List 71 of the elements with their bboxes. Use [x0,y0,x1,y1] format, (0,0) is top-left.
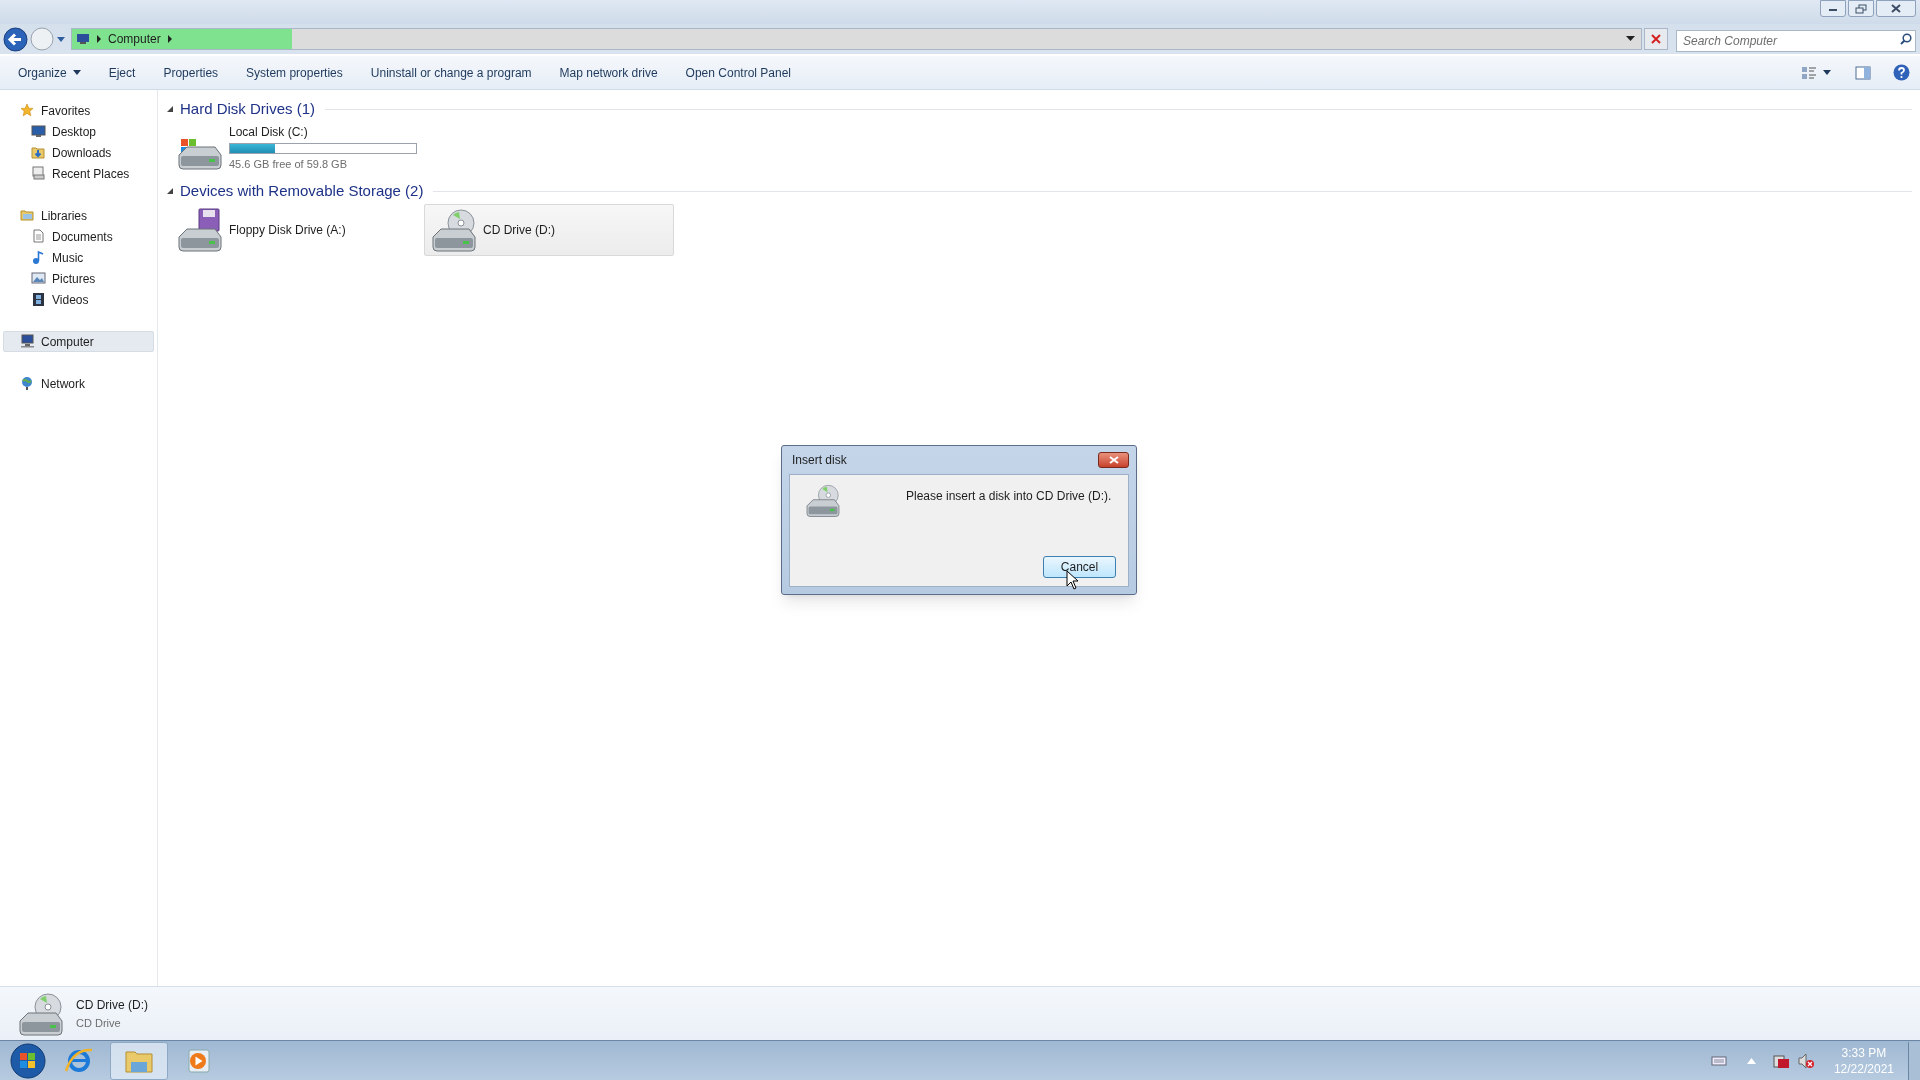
nav-item[interactable]: Desktop [3,121,154,142]
speaker-muted-icon[interactable] [1797,1052,1814,1069]
network-error-icon[interactable] [1771,1052,1790,1069]
computer-icon [20,334,35,349]
document-icon [31,229,46,244]
toolbar-button[interactable]: Eject [100,59,144,86]
cancel-button[interactable]: Cancel [1043,556,1116,578]
mouse-cursor-icon [1066,570,1079,590]
group-header: Devices with Removable Storage (2) [180,180,424,201]
toolbar-button[interactable]: Properties [155,59,227,86]
close-icon [1891,4,1901,13]
organize-menu[interactable]: Organize [10,59,89,86]
nav-item[interactable]: Recent Places [3,163,154,184]
nav-item[interactable]: Music [3,247,154,268]
cd-drive-icon [429,207,479,253]
nav-item[interactable]: Network [3,373,154,394]
help-icon[interactable] [1893,64,1910,81]
restore-icon [1855,3,1867,14]
nav-item[interactable]: Videos [3,289,154,310]
minimize-button[interactable] [1820,0,1846,17]
downloads-folder-icon [31,145,46,160]
nav-item[interactable]: Pictures [3,268,154,289]
stop-icon [1651,34,1661,44]
collapse-arrow-icon[interactable] [166,187,174,195]
nav-item[interactable]: Documents [3,226,154,247]
back-button[interactable] [3,26,28,52]
restore-button[interactable] [1848,0,1874,17]
nav-item[interactable]: Favorites [3,100,154,121]
close-button[interactable] [1098,452,1129,468]
cd-drive-icon [16,990,66,1037]
breadcrumb-arrow-icon [96,35,102,43]
toolbar-button[interactable]: System properties [238,59,351,86]
toolbar-button[interactable]: Uninstall or change a program [362,59,540,86]
network-icon [20,376,35,391]
breadcrumb[interactable]: Computer [108,30,161,48]
floppy-drive-icon [175,207,225,253]
group-header: Hard Disk Drives (1) [180,98,315,119]
close-icon [1108,456,1119,464]
computer-icon [76,33,90,45]
desktop-icon [31,124,46,139]
breadcrumb-arrow-icon [166,35,173,43]
address-bar[interactable]: Computer [71,28,1642,50]
music-note-icon [31,250,46,265]
search-icon [1900,33,1912,45]
stop-button[interactable] [1644,28,1668,50]
item-type: CD Drive [76,1015,122,1031]
toolbar-button[interactable]: Open Control Panel [677,59,799,86]
dialog-title: Insert disk [792,452,847,469]
start-button[interactable] [8,1041,48,1080]
toolbar-button[interactable]: Map network drive [551,59,666,86]
collapse-arrow-icon[interactable] [166,105,174,113]
cd-drive-icon [804,483,842,518]
nav-item[interactable]: Downloads [3,142,154,163]
picture-icon [31,271,46,286]
library-folder-icon [20,208,35,223]
film-icon [31,292,46,307]
dialog-message: Please insert a disk into CD Drive (D:). [906,488,1112,505]
drive-item[interactable]: Local Disk (C:) 45.6 GB free of 59.8 GB [170,122,420,174]
star-icon [20,103,35,118]
caret-icon [72,70,81,75]
history-dropdown-icon[interactable] [56,35,66,43]
address-dropdown-icon[interactable] [1626,36,1635,42]
search-field[interactable]: Search Computer [1676,30,1916,52]
drive-item[interactable]: Floppy Disk Drive (A:) [170,204,420,256]
drive-item[interactable]: CD Drive (D:) [424,204,674,256]
close-button[interactable] [1876,0,1916,17]
caret-icon[interactable] [1823,70,1831,75]
item-name: CD Drive (D:) [76,996,148,1014]
keyboard-icon[interactable] [1710,1055,1727,1066]
nav-item[interactable]: Computer [3,331,154,352]
nav-item[interactable]: Libraries [3,205,154,226]
